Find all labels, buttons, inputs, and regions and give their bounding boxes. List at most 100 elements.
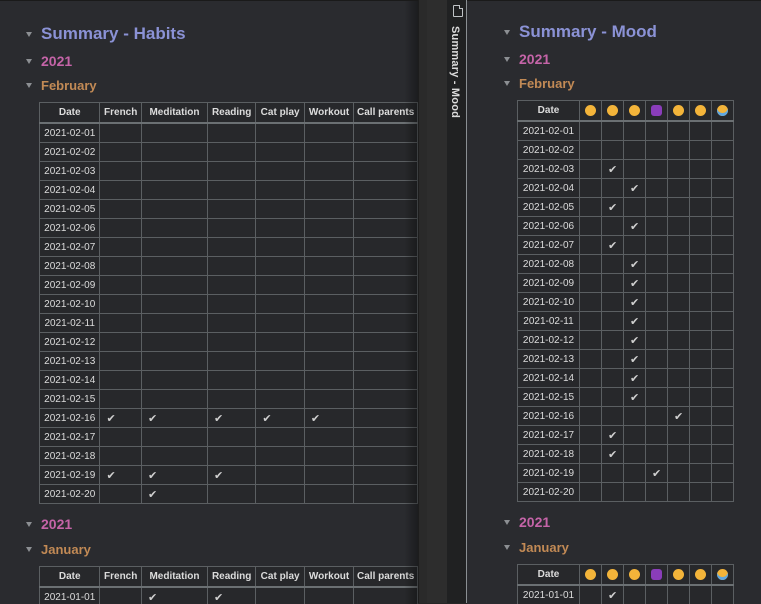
check-cell[interactable] (255, 313, 305, 333)
check-cell[interactable] (303, 465, 355, 485)
year-heading[interactable]: 2021 (504, 51, 550, 67)
collapse-caret-icon[interactable] (504, 81, 510, 86)
check-cell[interactable] (353, 237, 418, 257)
check-cell[interactable] (99, 586, 142, 604)
check-cell[interactable] (645, 406, 668, 426)
check-cell[interactable] (645, 120, 668, 141)
check-cell[interactable] (645, 482, 668, 502)
column-header[interactable] (711, 564, 734, 586)
check-cell[interactable] (353, 427, 418, 447)
check-cell[interactable] (667, 235, 690, 255)
check-cell[interactable] (255, 586, 305, 604)
check-cell[interactable] (689, 330, 712, 350)
column-header[interactable]: Date (517, 100, 580, 122)
date-cell[interactable]: 2021-02-18 (38, 446, 101, 466)
check-cell[interactable]: ✔ (206, 586, 257, 604)
check-cell[interactable] (623, 140, 646, 160)
check-cell[interactable] (711, 197, 734, 217)
check-cell[interactable] (140, 313, 208, 333)
check-cell[interactable] (99, 294, 142, 314)
check-cell[interactable] (689, 140, 712, 160)
check-cell[interactable]: ✔ (623, 368, 646, 388)
check-cell[interactable] (353, 370, 418, 390)
check-cell[interactable] (206, 313, 257, 333)
date-cell[interactable]: 2021-02-08 (38, 256, 101, 276)
check-cell[interactable] (711, 406, 734, 426)
check-cell[interactable] (255, 180, 305, 200)
column-header[interactable]: Call parents (353, 102, 418, 124)
check-cell[interactable] (353, 256, 418, 276)
check-cell[interactable] (711, 387, 734, 407)
check-cell[interactable] (99, 389, 142, 409)
check-cell[interactable] (601, 463, 624, 483)
check-cell[interactable] (303, 389, 355, 409)
check-cell[interactable] (303, 237, 355, 257)
date-cell[interactable]: 2021-02-10 (517, 292, 580, 312)
date-cell[interactable]: 2021-02-07 (517, 235, 580, 255)
check-cell[interactable] (140, 370, 208, 390)
check-cell[interactable] (667, 216, 690, 236)
date-cell[interactable]: 2021-02-09 (517, 273, 580, 293)
column-header[interactable]: Meditation (140, 566, 208, 588)
check-cell[interactable] (667, 368, 690, 388)
check-cell[interactable] (255, 446, 305, 466)
month-heading[interactable]: January (504, 540, 569, 555)
check-cell[interactable]: ✔ (140, 484, 208, 504)
check-cell[interactable] (140, 142, 208, 162)
check-cell[interactable] (303, 427, 355, 447)
check-cell[interactable] (623, 120, 646, 141)
check-cell[interactable] (689, 368, 712, 388)
column-header[interactable]: Reading (206, 102, 257, 124)
check-cell[interactable] (601, 349, 624, 369)
column-header[interactable] (623, 100, 646, 122)
date-cell[interactable]: 2021-02-10 (38, 294, 101, 314)
check-cell[interactable] (689, 406, 712, 426)
check-cell[interactable] (303, 294, 355, 314)
check-cell[interactable] (140, 161, 208, 181)
date-cell[interactable]: 2021-02-11 (517, 311, 580, 331)
check-cell[interactable] (689, 482, 712, 502)
column-header[interactable]: Date (517, 564, 580, 586)
date-cell[interactable]: 2021-02-17 (38, 427, 101, 447)
check-cell[interactable] (303, 161, 355, 181)
check-cell[interactable] (711, 425, 734, 445)
year-heading[interactable]: 2021 (26, 53, 72, 69)
check-cell[interactable] (353, 465, 418, 485)
habits-title-heading[interactable]: Summary - Habits (26, 24, 186, 44)
column-header[interactable]: French (99, 566, 142, 588)
check-cell[interactable] (255, 256, 305, 276)
check-cell[interactable] (601, 292, 624, 312)
check-cell[interactable]: ✔ (255, 408, 305, 428)
date-cell[interactable]: 2021-02-03 (38, 161, 101, 181)
column-header[interactable] (645, 564, 668, 586)
column-header[interactable] (711, 100, 734, 122)
check-cell[interactable] (711, 311, 734, 331)
check-cell[interactable] (623, 235, 646, 255)
check-cell[interactable] (303, 199, 355, 219)
check-cell[interactable] (711, 159, 734, 179)
check-cell[interactable] (689, 197, 712, 217)
check-cell[interactable] (206, 484, 257, 504)
check-cell[interactable] (255, 351, 305, 371)
check-cell[interactable] (689, 235, 712, 255)
check-cell[interactable] (579, 584, 602, 604)
check-cell[interactable]: ✔ (623, 178, 646, 198)
check-cell[interactable] (579, 292, 602, 312)
check-cell[interactable] (689, 273, 712, 293)
date-cell[interactable]: 2021-02-14 (38, 370, 101, 390)
check-cell[interactable]: ✔ (623, 387, 646, 407)
check-cell[interactable]: ✔ (623, 254, 646, 274)
stacked-tab-summary-mood[interactable]: Summary - Mood (447, 0, 467, 603)
date-cell[interactable]: 2021-02-04 (38, 180, 101, 200)
check-cell[interactable] (711, 482, 734, 502)
check-cell[interactable] (353, 161, 418, 181)
check-cell[interactable] (255, 237, 305, 257)
month-heading[interactable]: January (26, 542, 91, 557)
date-cell[interactable]: 2021-02-04 (517, 178, 580, 198)
check-cell[interactable] (255, 142, 305, 162)
check-cell[interactable] (689, 444, 712, 464)
check-cell[interactable] (667, 311, 690, 331)
check-cell[interactable] (579, 406, 602, 426)
check-cell[interactable] (99, 256, 142, 276)
date-cell[interactable]: 2021-02-12 (38, 332, 101, 352)
